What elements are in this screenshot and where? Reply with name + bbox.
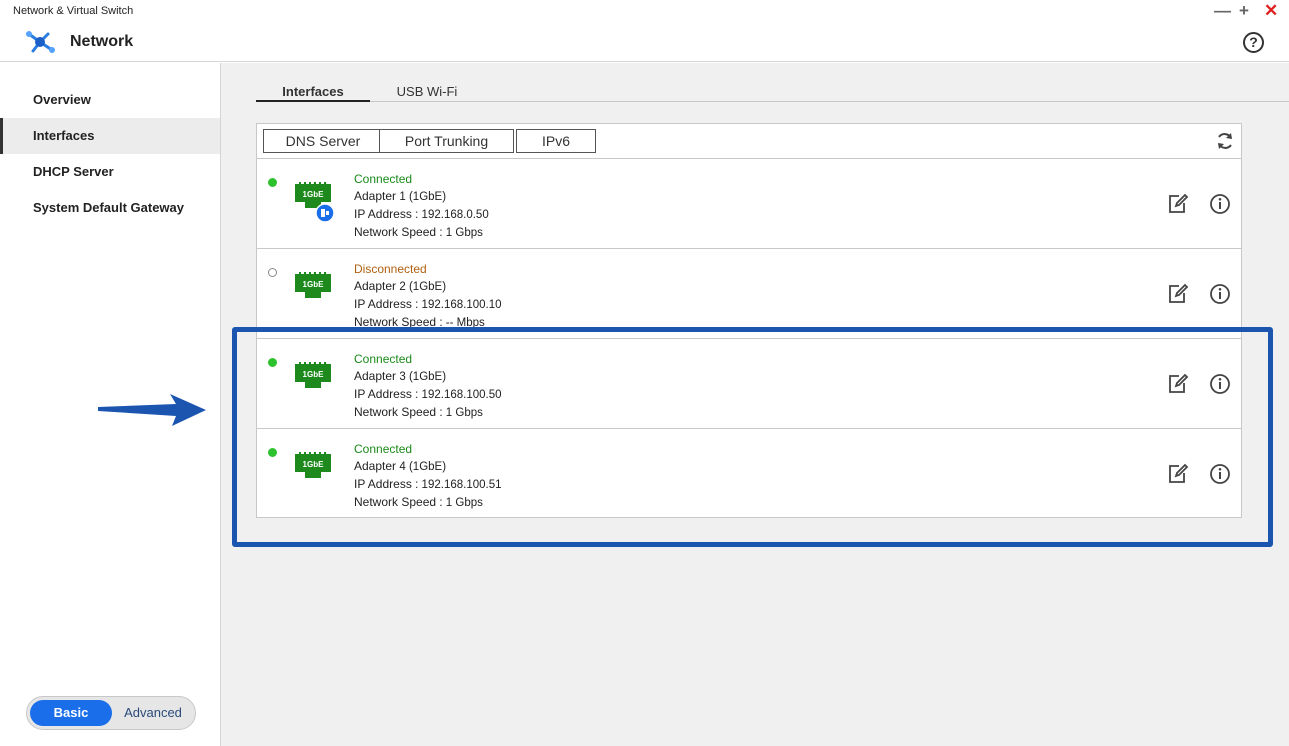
dns-server-button[interactable]: DNS Server <box>263 129 383 153</box>
status-dot-connected <box>268 178 277 187</box>
ethernet-port-icon: 1GbE <box>295 362 331 388</box>
port-trunking-button[interactable]: Port Trunking <box>379 129 514 153</box>
interfaces-panel: DNS Server Port Trunking IPv6 1GbE Conne… <box>256 123 1242 518</box>
mode-advanced-button[interactable]: Advanced <box>115 700 191 726</box>
info-icon[interactable] <box>1209 463 1231 485</box>
adapter-speed: Network Speed : -- Mbps <box>354 315 485 329</box>
ipv6-button[interactable]: IPv6 <box>516 129 596 153</box>
help-icon[interactable]: ? <box>1243 32 1264 53</box>
nic-label: 1GbE <box>303 460 325 469</box>
adapter-speed: Network Speed : 1 Gbps <box>354 495 483 509</box>
edit-icon[interactable] <box>1167 193 1189 215</box>
window-title: Network & Virtual Switch <box>13 5 134 17</box>
adapter-ip: IP Address : 192.168.100.10 <box>354 297 502 311</box>
window-titlebar: Network & Virtual Switch — + ✕ <box>0 0 1289 22</box>
nic-label: 1GbE <box>303 370 325 379</box>
adapter-ip: IP Address : 192.168.100.51 <box>354 477 502 491</box>
adapter-status: Disconnected <box>354 262 427 276</box>
edit-icon[interactable] <box>1167 463 1189 485</box>
tab-bar: Interfaces USB Wi-Fi <box>256 83 1289 102</box>
adapter-status: Connected <box>354 352 413 366</box>
nic-label: 1GbE <box>303 190 325 199</box>
tab-interfaces[interactable]: Interfaces <box>256 83 370 102</box>
interfaces-toolbar: DNS Server Port Trunking IPv6 <box>257 124 1241 159</box>
info-icon[interactable] <box>1209 193 1231 215</box>
pointer-arrow-icon <box>98 394 206 426</box>
adapter-name: Adapter 3 (1GbE) <box>354 369 447 383</box>
adapter-name: Adapter 4 (1GbE) <box>354 459 447 473</box>
sidebar-item-dhcp-server[interactable]: DHCP Server <box>0 154 220 190</box>
main-content: Interfaces USB Wi-Fi DNS Server Port Tru… <box>221 63 1289 746</box>
edit-icon[interactable] <box>1167 373 1189 395</box>
mode-toggle[interactable]: Basic Advanced <box>26 696 196 730</box>
adapter-row-2: 1GbE Disconnected Adapter 2 (1GbE) IP Ad… <box>257 249 1241 339</box>
nic-label: 1GbE <box>303 280 325 289</box>
adapter-row-1: 1GbE Connected Adapter 1 (1GbE) IP Addre… <box>257 159 1241 249</box>
status-dot-disconnected <box>268 268 277 277</box>
ethernet-port-icon: 1GbE <box>295 272 331 298</box>
app-header: Network ? <box>0 22 1289 62</box>
sidebar-item-overview[interactable]: Overview <box>0 82 220 118</box>
adapter-name: Adapter 2 (1GbE) <box>354 279 447 293</box>
adapter-speed: Network Speed : 1 Gbps <box>354 405 483 419</box>
adapter-status: Connected <box>354 442 413 456</box>
maximize-icon[interactable]: + <box>1239 2 1249 20</box>
mode-basic-button[interactable]: Basic <box>30 700 112 726</box>
status-dot-connected <box>268 448 277 457</box>
sidebar-item-system-default-gateway[interactable]: System Default Gateway <box>0 190 220 226</box>
adapter-speed: Network Speed : 1 Gbps <box>354 225 483 239</box>
edit-icon[interactable] <box>1167 283 1189 305</box>
tab-usb-wifi[interactable]: USB Wi-Fi <box>382 83 472 102</box>
ethernet-port-icon: 1GbE <box>295 452 331 478</box>
adapter-status: Connected <box>354 172 413 186</box>
network-app-icon <box>26 31 55 53</box>
info-icon[interactable] <box>1209 283 1231 305</box>
info-icon[interactable] <box>1209 373 1231 395</box>
adapter-name: Adapter 1 (1GbE) <box>354 189 447 203</box>
adapter-ip: IP Address : 192.168.0.50 <box>354 207 489 221</box>
status-dot-connected <box>268 358 277 367</box>
page-title: Network <box>70 33 134 50</box>
adapter-row-3: 1GbE Connected Adapter 3 (1GbE) IP Addre… <box>257 339 1241 429</box>
sidebar-item-interfaces[interactable]: Interfaces <box>0 118 220 154</box>
adapter-row-4: 1GbE Connected Adapter 4 (1GbE) IP Addre… <box>257 429 1241 519</box>
minimize-icon[interactable]: — <box>1214 2 1231 20</box>
network-badge-icon <box>315 203 335 223</box>
adapter-ip: IP Address : 192.168.100.50 <box>354 387 502 401</box>
close-icon[interactable]: ✕ <box>1264 2 1278 20</box>
refresh-icon[interactable] <box>1215 131 1235 151</box>
